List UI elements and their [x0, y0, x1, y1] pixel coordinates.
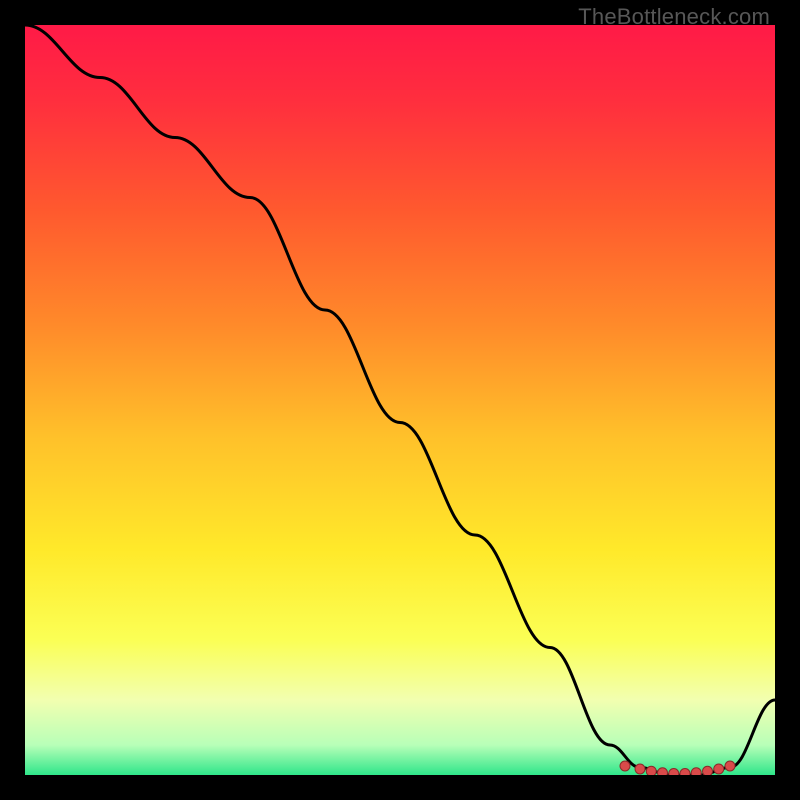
- gradient-background: [25, 25, 775, 775]
- chart-svg: [25, 25, 775, 775]
- marker-dot: [658, 768, 668, 775]
- marker-dot: [635, 764, 645, 774]
- plot-area: [25, 25, 775, 775]
- marker-dot: [703, 766, 713, 775]
- marker-dot: [669, 769, 679, 776]
- marker-dot: [725, 761, 735, 771]
- marker-dot: [691, 768, 701, 775]
- marker-dot: [646, 766, 656, 775]
- chart-frame: TheBottleneck.com: [0, 0, 800, 800]
- marker-dot: [680, 769, 690, 776]
- marker-dot: [714, 764, 724, 774]
- marker-dot: [620, 761, 630, 771]
